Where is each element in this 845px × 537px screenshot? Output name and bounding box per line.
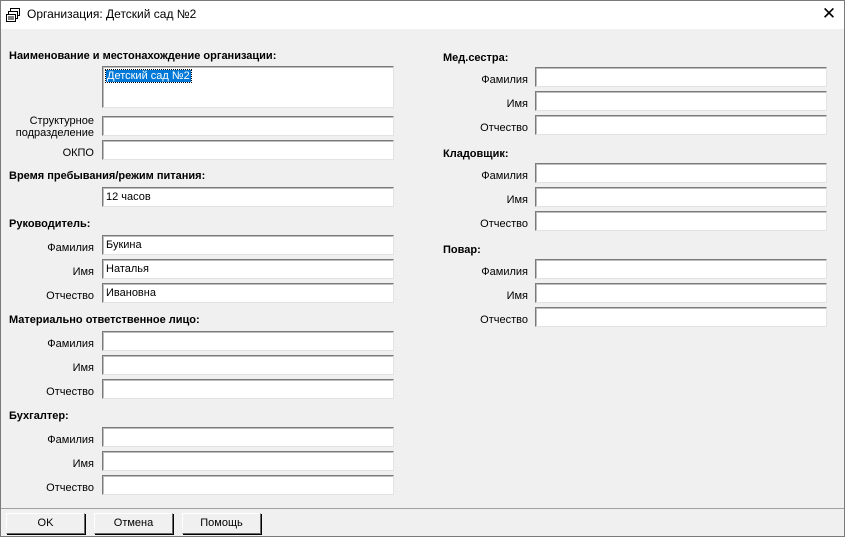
cook-name-label: Имя: [506, 290, 528, 302]
close-button[interactable]: ✕: [814, 1, 844, 29]
store-section-title: Кладовщик:: [443, 148, 509, 160]
head-patronymic-field[interactable]: Ивановна: [102, 283, 394, 303]
store-patronymic-label: Отчество: [480, 218, 528, 230]
nurse-section-title: Мед.сестра:: [443, 52, 509, 64]
struct-unit-field[interactable]: [102, 116, 394, 136]
close-icon: ✕: [821, 4, 837, 23]
app-icon: [6, 8, 20, 22]
head-name-field[interactable]: Наталья: [102, 259, 394, 279]
cook-patronymic-label: Отчество: [480, 314, 528, 326]
button-bar: OK Отмена Помощь: [1, 508, 844, 536]
window-title: Организация: Детский сад №2: [27, 7, 197, 21]
acc-surname-label: Фамилия: [47, 434, 94, 446]
head-surname-field[interactable]: Букина: [102, 235, 394, 255]
store-name-field[interactable]: [535, 187, 827, 207]
cook-surname-label: Фамилия: [481, 266, 528, 278]
help-button[interactable]: Помощь: [182, 513, 261, 534]
okpo-field[interactable]: [102, 140, 394, 160]
acc-surname-field[interactable]: [102, 427, 394, 447]
head-surname-label: Фамилия: [47, 242, 94, 254]
mat-patronymic-label: Отчество: [46, 386, 94, 398]
cook-surname-field[interactable]: [535, 259, 827, 279]
org-section-title: Наименование и местонахождение организац…: [9, 50, 277, 62]
stay-field[interactable]: 12 часов: [102, 187, 394, 207]
org-name-field[interactable]: Детский сад №2: [102, 66, 394, 108]
nurse-name-field[interactable]: [535, 91, 827, 111]
nurse-patronymic-label: Отчество: [480, 122, 528, 134]
stay-section-title: Время пребывания/режим питания:: [9, 170, 206, 182]
store-patronymic-field[interactable]: [535, 211, 827, 231]
mat-surname-label: Фамилия: [47, 338, 94, 350]
mat-name-field[interactable]: [102, 355, 394, 375]
title-bar: Организация: Детский сад №2 ✕: [1, 1, 844, 29]
cancel-button[interactable]: Отмена: [94, 513, 173, 534]
cook-section-title: Повар:: [443, 244, 481, 256]
store-surname-label: Фамилия: [481, 170, 528, 182]
acc-name-field[interactable]: [102, 451, 394, 471]
nurse-surname-label: Фамилия: [481, 74, 528, 86]
dialog-window: Организация: Детский сад №2 ✕ Наименован…: [0, 0, 845, 537]
ok-button[interactable]: OK: [6, 513, 85, 534]
mat-surname-field[interactable]: [102, 331, 394, 351]
nurse-name-label: Имя: [506, 98, 528, 110]
head-patronymic-label: Отчество: [46, 290, 94, 302]
nurse-patronymic-field[interactable]: [535, 115, 827, 135]
org-name-value: Детский сад №2: [105, 69, 192, 83]
mat-section-title: Материально ответственное лицо:: [9, 314, 200, 326]
struct-unit-label: Структурное подразделение: [15, 115, 94, 139]
cook-patronymic-field[interactable]: [535, 307, 827, 327]
head-name-label: Имя: [72, 266, 94, 278]
acc-name-label: Имя: [72, 458, 94, 470]
acc-patronymic-label: Отчество: [46, 482, 94, 494]
acc-patronymic-field[interactable]: [102, 475, 394, 495]
store-surname-field[interactable]: [535, 163, 827, 183]
mat-patronymic-field[interactable]: [102, 379, 394, 399]
cook-name-field[interactable]: [535, 283, 827, 303]
mat-name-label: Имя: [72, 362, 94, 374]
store-name-label: Имя: [506, 194, 528, 206]
acc-section-title: Бухгалтер:: [9, 410, 69, 422]
head-section-title: Руководитель:: [9, 218, 91, 230]
nurse-surname-field[interactable]: [535, 67, 827, 87]
okpo-label: ОКПО: [62, 147, 94, 159]
